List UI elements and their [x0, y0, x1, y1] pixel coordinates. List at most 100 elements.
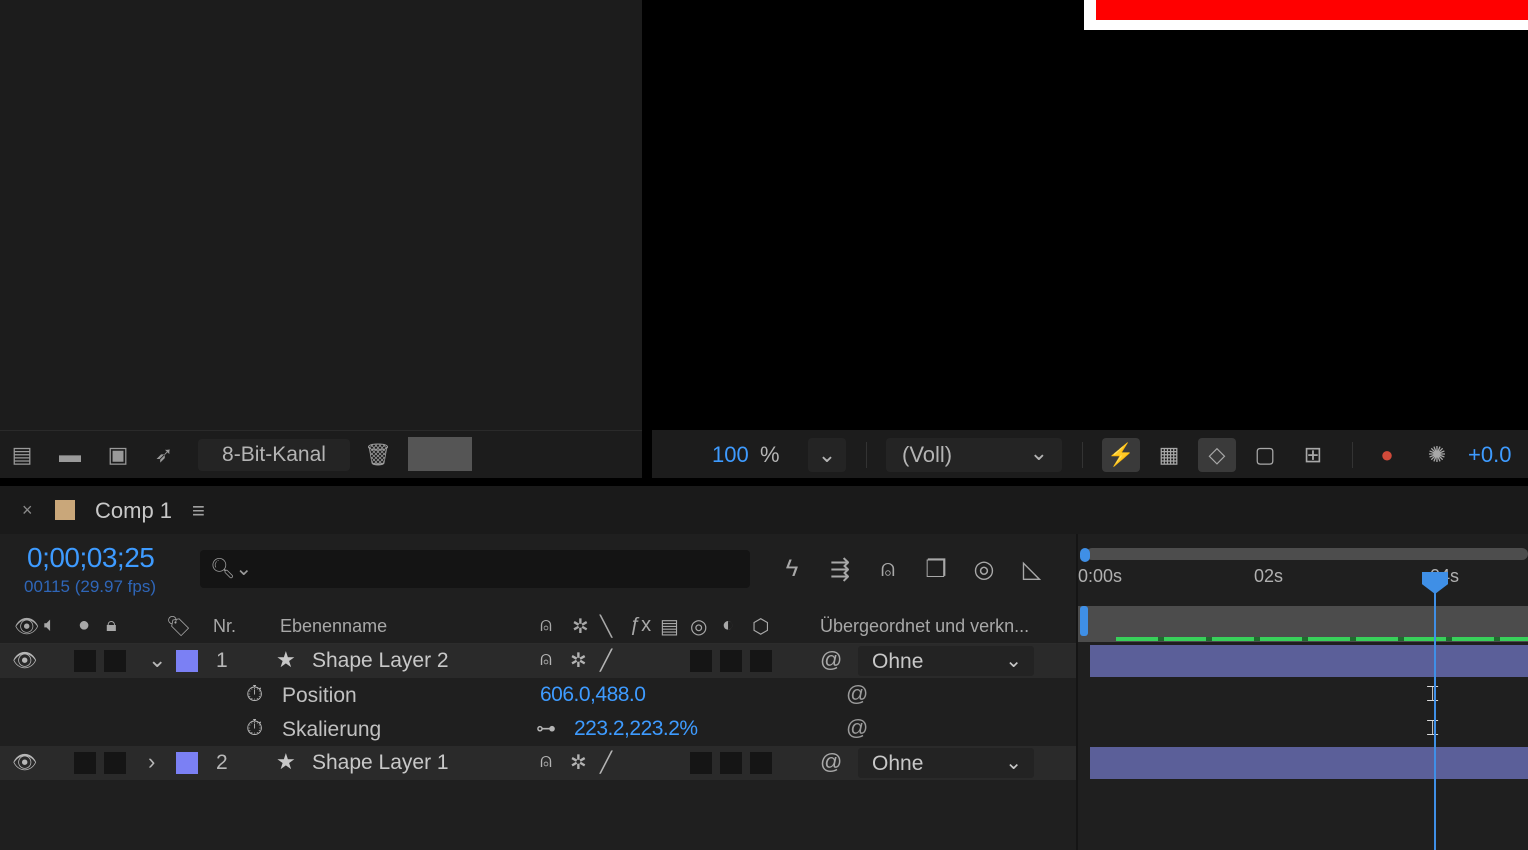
constrain-proportions-icon[interactable]: ⊶	[536, 716, 556, 741]
flowchart-icon[interactable]: ⇶	[822, 552, 858, 586]
ruler-tick-label: 0:00s	[1078, 566, 1123, 586]
quality-switch-icon[interactable]: ╱	[600, 750, 612, 775]
switch-box[interactable]	[750, 650, 772, 672]
solo-toggle[interactable]	[104, 650, 126, 672]
quality-switch-icon[interactable]: ╱	[600, 648, 612, 673]
separator	[866, 442, 867, 468]
comp-tab-title[interactable]: Comp 1	[95, 498, 172, 524]
solo-icon[interactable]: ●	[78, 614, 90, 637]
parent-dropdown[interactable]: Ohne ⌄	[858, 748, 1034, 778]
audio-icon[interactable]: 🔈︎	[44, 614, 56, 637]
layer-label-color[interactable]	[176, 752, 198, 774]
composition-icon[interactable]: ▣	[102, 441, 134, 469]
switch-box[interactable]	[750, 752, 772, 774]
switch-box[interactable]	[690, 752, 712, 774]
motion-blur-icon[interactable]: ◎	[966, 552, 1002, 586]
bit-depth-button[interactable]: 8-Bit-Kanal	[198, 439, 350, 471]
mask-visibility-icon[interactable]: ◇	[1198, 438, 1236, 472]
region-of-interest-icon[interactable]: ▢	[1246, 438, 1284, 472]
panel-menu-icon[interactable]: ≡	[192, 498, 205, 524]
composition-viewer[interactable]	[652, 0, 1528, 424]
grid-guides-icon[interactable]: ⊞	[1294, 438, 1332, 472]
chevron-down-icon: ⌄	[1005, 752, 1022, 774]
stopwatch-icon[interactable]: ⏱︎	[246, 681, 263, 707]
work-area-start-handle[interactable]	[1080, 606, 1088, 636]
project-panel: ▤ ▬ ▣ ➶ 8-Bit-Kanal 🗑︎	[0, 0, 642, 478]
shy-switch-icon[interactable]: ⍝	[540, 750, 552, 773]
motion-blur-switch-icon: ◎	[690, 616, 708, 638]
channels-icon[interactable]: ●	[1368, 438, 1406, 472]
label-icon[interactable]: 🏷︎	[166, 614, 191, 639]
chevron-down-icon[interactable]: ⌄	[148, 647, 166, 673]
resolution-value: (Voll)	[902, 442, 953, 467]
collapse-switch-icon: ✲	[572, 616, 589, 638]
number-column[interactable]: Nr.	[213, 616, 236, 637]
pick-whip-icon[interactable]: @	[846, 681, 868, 707]
video-visibility-icon[interactable]: 👁︎	[14, 614, 39, 639]
chevron-down-icon: ⌄	[1005, 650, 1022, 672]
layer-name[interactable]: Shape Layer 2	[312, 649, 449, 673]
frame-blending-icon[interactable]: ❐	[918, 552, 954, 586]
layer-label-color[interactable]	[176, 650, 198, 672]
current-time-indicator[interactable]	[1434, 582, 1436, 850]
color-swatch[interactable]	[408, 437, 472, 471]
layer-search-input[interactable]: 🔍︎⌄	[200, 550, 750, 588]
layer-duration-bar[interactable]	[1090, 645, 1528, 677]
layer-name-column[interactable]: Ebenenname	[280, 616, 387, 637]
navigator-start-handle[interactable]	[1080, 548, 1090, 562]
zoom-unit: %	[760, 442, 780, 467]
parent-dropdown[interactable]: Ohne ⌄	[858, 646, 1034, 676]
current-timecode[interactable]: 0;00;03;25	[27, 542, 155, 574]
zoom-dropdown[interactable]: ⌄	[808, 438, 846, 472]
graph-editor-icon[interactable]: ◺	[1014, 552, 1050, 586]
time-ruler[interactable]: 0:00s 02s 04s	[1078, 544, 1528, 606]
collapse-switch-icon[interactable]: ✲	[570, 750, 587, 775]
transparency-grid-icon[interactable]: ▦	[1150, 438, 1188, 472]
parent-column[interactable]: Übergeordnet und verkn...	[820, 616, 1029, 637]
resolution-dropdown[interactable]: (Voll) ⌄	[886, 438, 1062, 472]
pick-whip-icon[interactable]: @	[846, 715, 868, 741]
draft-3d-icon[interactable]: ϟ	[774, 552, 810, 586]
solo-toggle[interactable]	[104, 752, 126, 774]
reset-exposure-icon[interactable]: ✺	[1418, 438, 1456, 472]
stopwatch-icon[interactable]: ⏱︎	[246, 715, 263, 741]
trash-icon[interactable]: 🗑︎	[362, 441, 394, 469]
layer-row[interactable]: 👁︎ ⌄ 1 ★ Shape Layer 2 ⍝ ✲ ╱ @ Ohne ⌄	[0, 644, 1076, 678]
fast-preview-icon[interactable]: ⚡	[1102, 438, 1140, 472]
layer-duration-bar[interactable]	[1090, 747, 1528, 779]
shy-layers-icon[interactable]: ⍝	[870, 552, 906, 586]
audio-toggle[interactable]	[74, 650, 96, 672]
eye-icon[interactable]: 👁︎	[12, 750, 37, 775]
switch-box[interactable]	[720, 752, 742, 774]
folder-icon[interactable]: ▬	[54, 441, 86, 469]
frame-blend-switch-icon: ▤	[660, 616, 679, 638]
collapse-switch-icon[interactable]: ✲	[570, 648, 587, 673]
scale-value[interactable]: 223.2,223.2%	[574, 717, 698, 741]
audio-toggle[interactable]	[74, 752, 96, 774]
chevron-right-icon[interactable]: ›	[148, 749, 155, 775]
render-queue-icon[interactable]: ➶	[148, 441, 180, 469]
switch-box[interactable]	[690, 650, 712, 672]
pick-whip-icon[interactable]: @	[820, 749, 842, 775]
pick-whip-icon[interactable]: @	[820, 647, 842, 673]
interpret-footage-icon[interactable]: ▤	[6, 441, 38, 469]
property-name: Position	[282, 684, 357, 707]
time-navigator[interactable]	[1086, 548, 1528, 560]
close-tab-icon[interactable]: ×	[22, 500, 33, 521]
eye-icon[interactable]: 👁︎	[12, 648, 37, 673]
zoom-value[interactable]: 100	[712, 442, 749, 468]
keyframe-icon[interactable]: ⌶	[1426, 715, 1439, 741]
layer-row[interactable]: 👁︎ › 2 ★ Shape Layer 1 ⍝ ✲ ╱ @ Ohne ⌄	[0, 746, 1076, 780]
layer-number: 2	[216, 751, 228, 774]
switch-box[interactable]	[720, 650, 742, 672]
shape-layer-icon: ★	[276, 749, 296, 774]
keyframe-icon[interactable]: ⌶	[1426, 681, 1439, 707]
shy-switch-icon[interactable]: ⍝	[540, 648, 552, 671]
effects-switch-icon: ƒx	[630, 614, 652, 636]
position-value[interactable]: 606.0,488.0	[540, 683, 646, 707]
exposure-value[interactable]: +0.0	[1468, 442, 1511, 468]
layer-name[interactable]: Shape Layer 1	[312, 751, 449, 775]
lock-icon[interactable]: 🔒︎	[106, 614, 117, 637]
parent-value: Ohne	[872, 752, 924, 775]
quality-switch-icon: ╲	[600, 616, 613, 638]
